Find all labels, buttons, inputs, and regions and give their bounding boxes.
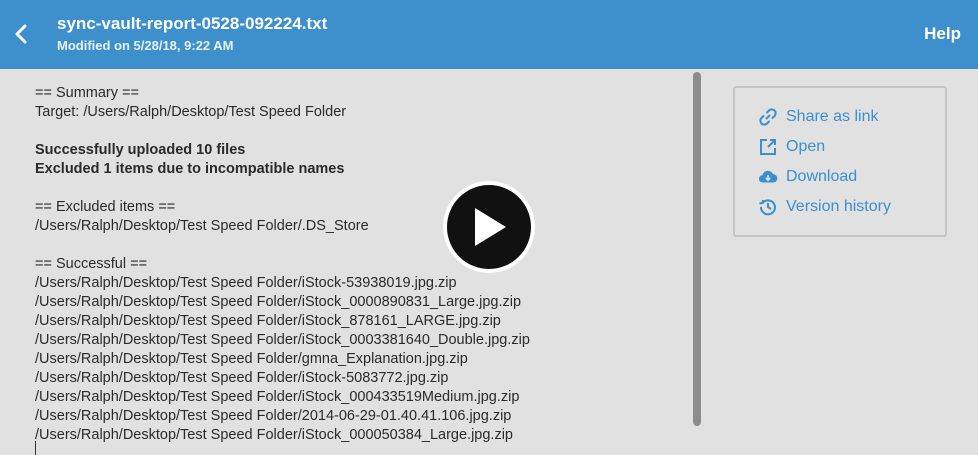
share-as-link-label: Share as link	[786, 108, 879, 125]
text-line: /Users/Ralph/Desktop/Test Speed Folder/2…	[35, 408, 512, 424]
file-text: == Summary == Target: /Users/Ralph/Deskto…	[35, 84, 530, 445]
external-open-icon	[758, 137, 778, 157]
text-line: Successfully uploaded 10 files	[35, 142, 246, 158]
chevron-left-icon	[15, 24, 27, 44]
modified-date: Modified on 5/28/18, 9:22 AM	[57, 38, 234, 53]
version-history-action[interactable]: Version history	[758, 195, 891, 219]
help-link[interactable]: Help	[924, 24, 961, 44]
download-label: Download	[786, 168, 858, 185]
back-button[interactable]	[8, 20, 34, 48]
scrollbar[interactable]	[693, 72, 701, 426]
text-cursor	[35, 441, 36, 455]
version-history-label: Version history	[786, 198, 891, 215]
open-label: Open	[786, 138, 826, 155]
open-action[interactable]: Open	[758, 135, 825, 159]
file-preview: == Summary == Target: /Users/Ralph/Deskto…	[0, 69, 690, 455]
file-actions-panel: Share as link Open Download Version hist…	[733, 86, 947, 237]
file-title: sync-vault-report-0528-092224.txt	[57, 14, 328, 33]
play-button[interactable]	[443, 181, 535, 273]
text-line: /Users/Ralph/Desktop/Test Speed Folder/i…	[35, 294, 522, 310]
share-as-link-action[interactable]: Share as link	[758, 105, 879, 129]
cloud-download-icon	[758, 167, 778, 187]
text-line: /Users/Ralph/Desktop/Test Speed Folder/i…	[35, 332, 530, 348]
text-line: /Users/Ralph/Desktop/Test Speed Folder/i…	[35, 275, 457, 291]
text-line: /Users/Ralph/Desktop/Test Speed Folder/i…	[35, 389, 520, 405]
history-icon	[758, 197, 778, 217]
link-icon	[758, 107, 778, 127]
play-icon	[475, 208, 506, 246]
text-line: /Users/Ralph/Desktop/Test Speed Folder/i…	[35, 370, 449, 386]
text-line: /Users/Ralph/Desktop/Test Speed Folder/g…	[35, 351, 468, 367]
top-bar: sync-vault-report-0528-092224.txt Modifi…	[0, 0, 978, 69]
download-action[interactable]: Download	[758, 165, 857, 189]
text-line: Excluded 1 items due to incompatible nam…	[35, 161, 345, 177]
text-line: /Users/Ralph/Desktop/Test Speed Folder/i…	[35, 313, 501, 329]
text-line: Target: /Users/Ralph/Desktop/Test Speed …	[35, 104, 347, 120]
text-line: /Users/Ralph/Desktop/Test Speed Folder/i…	[35, 427, 513, 443]
text-line: == Summary ==	[35, 85, 139, 101]
